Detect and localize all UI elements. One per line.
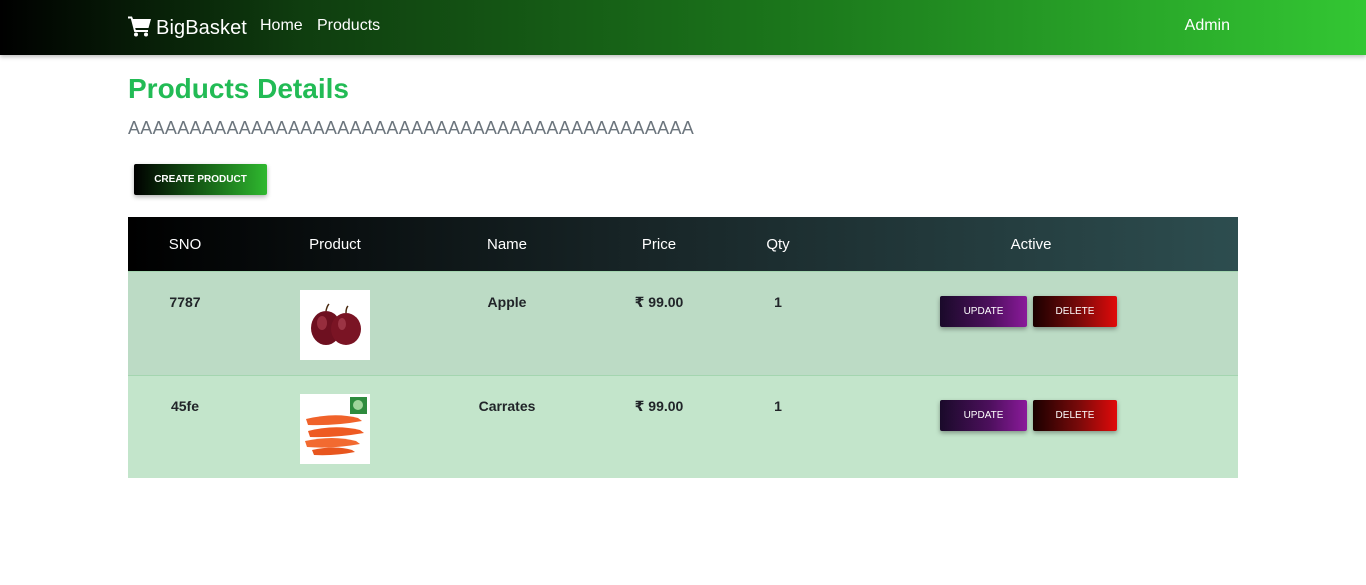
cell-qty: 1 <box>774 398 782 414</box>
update-button[interactable]: UPDATE <box>940 400 1027 431</box>
nav-link-home[interactable]: Home <box>260 17 303 35</box>
table-row: 7787 Apple ₹ 99.00 1 UPDATE DELETE <box>128 271 1238 375</box>
brand-name: BigBasket <box>156 16 247 39</box>
shopping-cart-icon <box>128 15 156 42</box>
header-active: Active <box>1010 235 1052 253</box>
apple-image <box>300 290 370 360</box>
header-name: Name <box>486 235 527 253</box>
create-product-button[interactable]: CREATE PRODUCT <box>134 164 267 195</box>
cell-sno: 7787 <box>169 294 201 310</box>
table-row: 45fe Carrates ₹ 99.00 1 UPDATE DELETE <box>128 375 1238 478</box>
update-button[interactable]: UPDATE <box>940 296 1027 327</box>
page-subtitle: AAAAAAAAAAAAAAAAAAAAAAAAAAAAAAAAAAAAAAAA… <box>128 118 695 138</box>
nav-user-admin[interactable]: Admin <box>1185 17 1230 35</box>
page-title: Products Details <box>128 73 349 104</box>
cell-qty: 1 <box>774 294 782 310</box>
products-table: SNO Product Name Price Qty Active 7787 A… <box>128 217 1238 478</box>
cell-price: ₹ 99.00 <box>634 398 684 414</box>
cell-price: ₹ 99.00 <box>634 294 684 310</box>
delete-button[interactable]: DELETE <box>1033 296 1117 327</box>
carrot-image <box>300 394 370 464</box>
header-product: Product <box>309 235 361 253</box>
header-qty: Qty <box>766 235 790 253</box>
header-sno: SNO <box>168 235 202 253</box>
header-price: Price <box>641 235 677 253</box>
cell-name: Apple <box>487 294 527 310</box>
top-navbar: BigBasket Home Products Admin <box>0 0 1366 55</box>
delete-button[interactable]: DELETE <box>1033 400 1117 431</box>
cell-sno: 45fe <box>170 398 200 414</box>
table-header: SNO Product Name Price Qty Active <box>128 217 1238 271</box>
brand-link[interactable]: BigBasket <box>128 14 247 42</box>
nav-link-products[interactable]: Products <box>317 17 380 35</box>
cell-name: Carrates <box>478 398 536 414</box>
